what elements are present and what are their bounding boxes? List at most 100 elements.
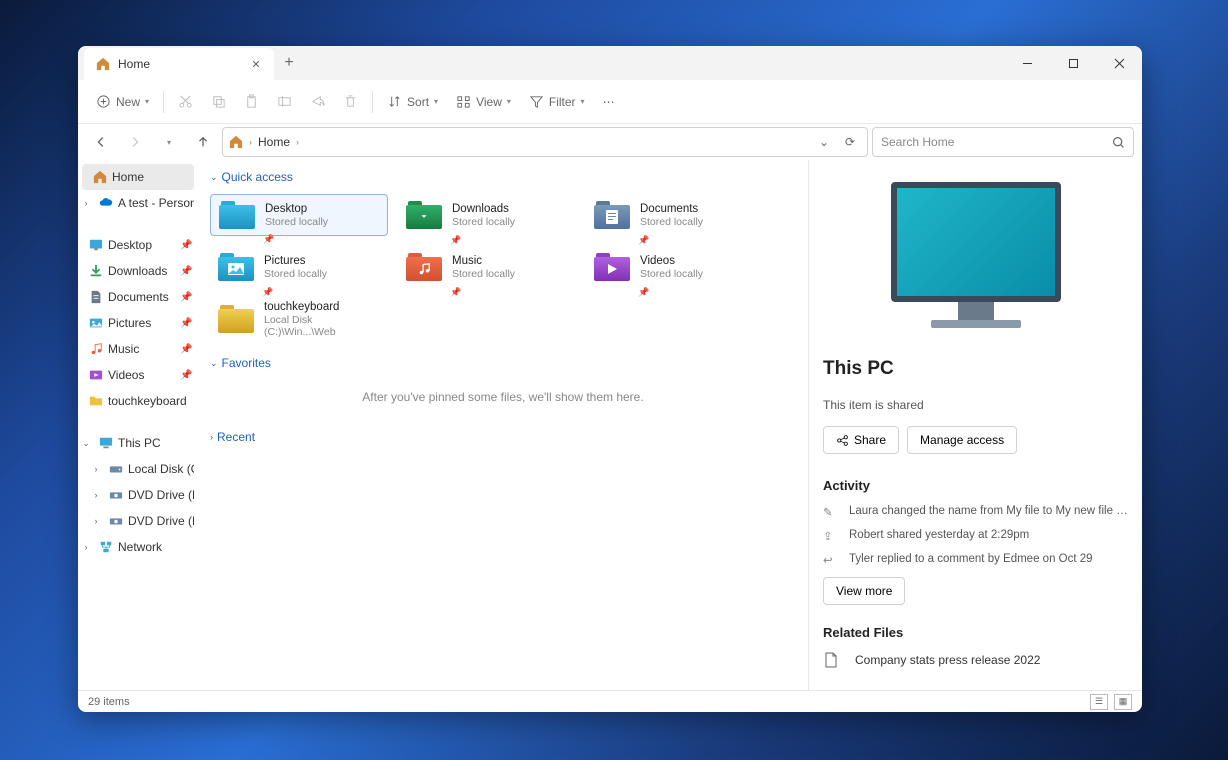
address-input[interactable]: › Home › ⌄ ⟳ (222, 127, 868, 157)
ellipsis-icon: ⋯ (603, 95, 615, 109)
sidebar-item-music[interactable]: Music 📌 (78, 336, 198, 362)
copy-icon (211, 94, 226, 109)
expand-icon[interactable]: › (78, 198, 94, 208)
details-view-button[interactable]: ☰ (1090, 694, 1108, 710)
file-explorer-window: Home ✕ + New ▾ Sort ▾ View (78, 46, 1142, 712)
qa-downloads[interactable]: DownloadsStored locally 📌 (398, 194, 576, 236)
delete-button[interactable] (335, 87, 366, 117)
new-tab-button[interactable]: + (274, 46, 304, 80)
pin-icon: 📌 (180, 370, 194, 381)
qa-documents[interactable]: DocumentsStored locally 📌 (586, 194, 764, 236)
related-header: Related Files (823, 625, 1128, 640)
minimize-button[interactable] (1004, 46, 1050, 80)
pictures-icon (88, 315, 104, 331)
up-button[interactable] (188, 127, 218, 157)
expand-icon[interactable]: › (88, 490, 104, 500)
qa-touchkeyboard[interactable]: touchkeyboardLocal Disk (C:)\Win...\Web (210, 298, 388, 340)
expand-icon[interactable]: › (88, 516, 104, 526)
view-more-button[interactable]: View more (823, 577, 905, 605)
section-header-quick[interactable]: ⌄ Quick access (210, 170, 796, 184)
address-dropdown[interactable]: ⌄ (813, 135, 835, 149)
chevron-down-icon: ▾ (507, 97, 511, 106)
music-folder-icon (406, 252, 442, 282)
paste-button[interactable] (236, 87, 267, 117)
drive-icon (108, 461, 124, 477)
sidebar-item-desktop[interactable]: Desktop 📌 (78, 232, 198, 258)
pin-icon: 📌 (180, 266, 194, 277)
content-area: ⌄ Quick access DesktopStored locally 📌 D… (198, 160, 808, 690)
collapse-icon[interactable]: ⌄ (78, 438, 94, 449)
pin-icon: 📌 (450, 235, 461, 246)
sidebar-item-thispc[interactable]: ⌄ This PC (78, 430, 198, 456)
manage-access-button[interactable]: Manage access (907, 426, 1017, 454)
expand-icon[interactable]: › (78, 542, 94, 552)
maximize-button[interactable] (1050, 46, 1096, 80)
copy-button[interactable] (203, 87, 234, 117)
sidebar-item-touchkeyboard[interactable]: touchkeyboard (78, 388, 198, 414)
section-header-recent[interactable]: › Recent (210, 430, 796, 444)
expand-icon[interactable]: › (88, 464, 104, 474)
icons-view-button[interactable]: ▦ (1114, 694, 1132, 710)
window-controls (1004, 46, 1142, 80)
sort-button[interactable]: Sort ▾ (379, 87, 446, 117)
sidebar-item-dvd[interactable]: › DVD Drive (D:) CC (78, 482, 198, 508)
qa-videos[interactable]: VideosStored locally 📌 (586, 246, 764, 288)
view-button[interactable]: View ▾ (448, 87, 519, 117)
share-icon (310, 94, 325, 109)
downloads-icon (88, 263, 104, 279)
filter-button[interactable]: Filter ▾ (521, 87, 593, 117)
home-icon (96, 57, 110, 71)
sidebar-item-network[interactable]: › Network (78, 534, 198, 560)
dvd-icon (108, 487, 124, 503)
share-button[interactable] (302, 87, 333, 117)
share-button[interactable]: Share (823, 426, 899, 454)
chevron-right-icon: › (296, 137, 299, 147)
pin-icon: 📌 (263, 234, 274, 245)
rename-icon (277, 94, 292, 109)
search-input[interactable] (881, 135, 1112, 149)
search-icon (1112, 136, 1125, 149)
body: Home › A test - Personal Desktop 📌 Downl… (78, 160, 1142, 690)
refresh-button[interactable]: ⟳ (839, 135, 861, 149)
sidebar-item-localdisk[interactable]: › Local Disk (C:) (78, 456, 198, 482)
related-file-row[interactable]: Company stats press release 2022 (823, 652, 1128, 668)
videos-icon (88, 367, 104, 383)
qa-pictures[interactable]: PicturesStored locally 📌 (210, 246, 388, 288)
sidebar-item-dvd2[interactable]: › DVD Drive (D:) CCC (78, 508, 198, 534)
downloads-folder-icon (406, 200, 442, 230)
sidebar-item-home[interactable]: Home (82, 164, 194, 190)
recent-button[interactable]: ▾ (154, 127, 184, 157)
tab-close-button[interactable]: ✕ (248, 56, 264, 72)
breadcrumb-home[interactable]: Home (258, 135, 290, 149)
forward-button[interactable] (120, 127, 150, 157)
rename-button[interactable] (269, 87, 300, 117)
pin-icon: 📌 (262, 287, 273, 298)
desktop-folder-icon (219, 200, 255, 230)
sidebar-item-downloads[interactable]: Downloads 📌 (78, 258, 198, 284)
activity-header: Activity (823, 478, 1128, 493)
search-box[interactable] (872, 127, 1134, 157)
qa-music[interactable]: MusicStored locally 📌 (398, 246, 576, 288)
more-button[interactable]: ⋯ (595, 87, 623, 117)
section-header-favorites[interactable]: ⌄ Favorites (210, 356, 796, 370)
tab-title: Home (118, 57, 240, 71)
back-button[interactable] (86, 127, 116, 157)
navigation-pane: Home › A test - Personal Desktop 📌 Downl… (78, 160, 198, 690)
up-icon (196, 135, 210, 149)
sidebar-item-pictures[interactable]: Pictures 📌 (78, 310, 198, 336)
pin-icon: 📌 (450, 287, 461, 298)
desktop-icon (88, 237, 104, 253)
pin-icon: 📌 (638, 235, 649, 246)
cut-icon (178, 94, 193, 109)
new-button[interactable]: New ▾ (88, 87, 157, 117)
sidebar-item-documents[interactable]: Documents 📌 (78, 284, 198, 310)
close-button[interactable] (1096, 46, 1142, 80)
documents-icon (88, 289, 104, 305)
qa-desktop[interactable]: DesktopStored locally 📌 (210, 194, 388, 236)
sidebar-item-videos[interactable]: Videos 📌 (78, 362, 198, 388)
tab-home[interactable]: Home ✕ (84, 48, 274, 80)
sidebar-item-onedrive[interactable]: › A test - Personal (78, 190, 198, 216)
activity-row: ↩ Tyler replied to a comment by Edmee on… (823, 553, 1128, 567)
cut-button[interactable] (170, 87, 201, 117)
music-icon (88, 341, 104, 357)
